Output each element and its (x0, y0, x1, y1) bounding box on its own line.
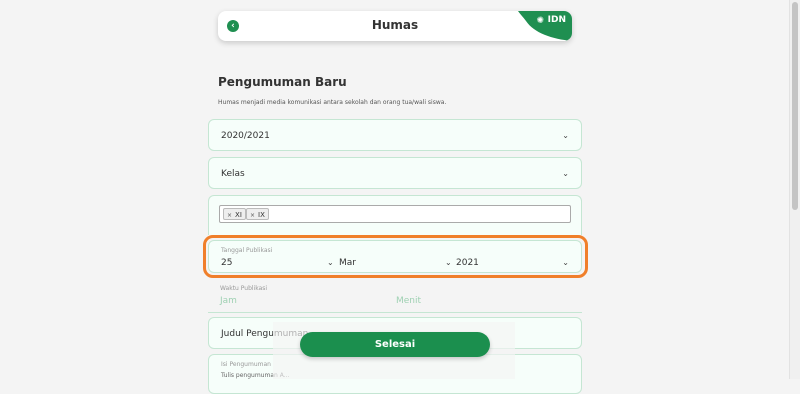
chevron-down-icon: ⌄ (562, 131, 569, 140)
class-tag[interactable]: × XI (223, 208, 246, 220)
submit-button[interactable]: Selesai (300, 332, 490, 357)
year-select-value: 2020/2021 (221, 131, 270, 141)
page-scrollbar[interactable] (789, 0, 800, 379)
class-tags-field: × XI × IX (208, 195, 582, 235)
minute-input[interactable]: Menit (396, 296, 421, 306)
class-tags-input[interactable]: × XI × IX (219, 205, 571, 223)
app-header: ‹ Humas ✺ IDN (218, 11, 572, 41)
publish-time-label: Waktu Publikasi (220, 285, 268, 292)
scrollbar-thumb[interactable] (792, 2, 798, 210)
year-select[interactable]: 2020/2021 ⌄ (208, 119, 582, 151)
logo-text: IDN (547, 15, 566, 25)
class-select-value: Kelas (221, 169, 245, 179)
class-tag-label: XI (235, 211, 242, 219)
highlight-box (203, 235, 588, 278)
class-tag-label: IX (258, 211, 265, 219)
form-title: Pengumuman Baru (218, 75, 347, 89)
sun-icon: ✺ (536, 16, 544, 26)
class-tag[interactable]: × IX (246, 208, 269, 220)
remove-tag-icon[interactable]: × (227, 212, 232, 219)
hour-input[interactable]: Jam (220, 296, 237, 306)
announcement-content-label: Isi Pengumuman (221, 361, 271, 368)
publish-time-field: Waktu Publikasi Jam Menit (208, 281, 582, 313)
class-select[interactable]: Kelas ⌄ (208, 157, 582, 189)
remove-tag-icon[interactable]: × (250, 212, 255, 219)
chevron-down-icon: ⌄ (562, 169, 569, 178)
form-description: Humas menjadi media komunikasi antara se… (218, 99, 447, 106)
idn-logo: ✺ IDN (512, 11, 572, 41)
